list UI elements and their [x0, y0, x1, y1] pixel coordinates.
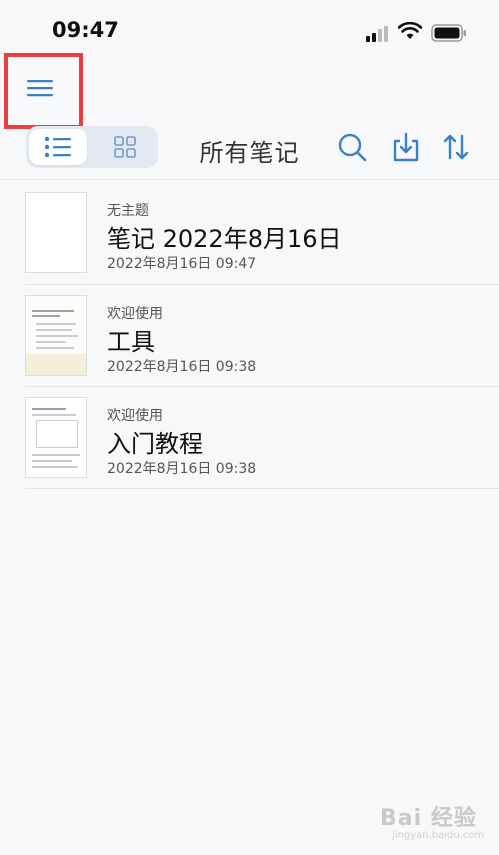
note-list-item[interactable]: 无主题 笔记 2022年8月16日 2022年8月16日 09:47	[0, 181, 499, 284]
wifi-icon	[398, 22, 422, 39]
status-bar: 09:47	[0, 0, 499, 60]
import-icon[interactable]	[391, 132, 421, 162]
signal-icon	[366, 26, 388, 42]
note-thumbnail	[25, 397, 87, 478]
grid-view-icon	[114, 136, 136, 158]
hamburger-menu-icon	[27, 80, 53, 97]
sort-icon[interactable]	[441, 132, 471, 162]
note-title: 入门教程	[107, 430, 203, 458]
status-time: 09:47	[52, 18, 119, 42]
note-label: 欢迎使用	[107, 408, 163, 424]
note-date: 2022年8月16日 09:47	[107, 256, 257, 272]
list-view-icon	[44, 136, 71, 158]
note-title: 笔记 2022年8月16日	[107, 225, 342, 253]
battery-icon	[431, 24, 466, 42]
note-date: 2022年8月16日 09:38	[107, 359, 257, 375]
note-thumbnail	[25, 295, 87, 376]
note-thumbnail	[25, 192, 87, 273]
note-title: 工具	[107, 328, 155, 356]
note-list-item[interactable]: 欢迎使用 工具 2022年8月16日 09:38	[0, 284, 499, 387]
note-list-item[interactable]: 欢迎使用 入门教程 2022年8月16日 09:38	[0, 386, 499, 489]
menu-button[interactable]	[22, 70, 58, 106]
watermark: Bai 经验	[380, 806, 477, 831]
list-view-button[interactable]	[29, 129, 87, 165]
note-label: 无主题	[107, 203, 149, 219]
toolbar-divider	[0, 179, 499, 180]
note-date: 2022年8月16日 09:38	[107, 461, 257, 477]
watermark-subtext: jingyan.baidu.com	[392, 830, 485, 841]
grid-view-button[interactable]	[96, 129, 154, 165]
search-icon[interactable]	[337, 132, 367, 162]
note-label: 欢迎使用	[107, 306, 163, 322]
list-divider	[25, 488, 499, 489]
